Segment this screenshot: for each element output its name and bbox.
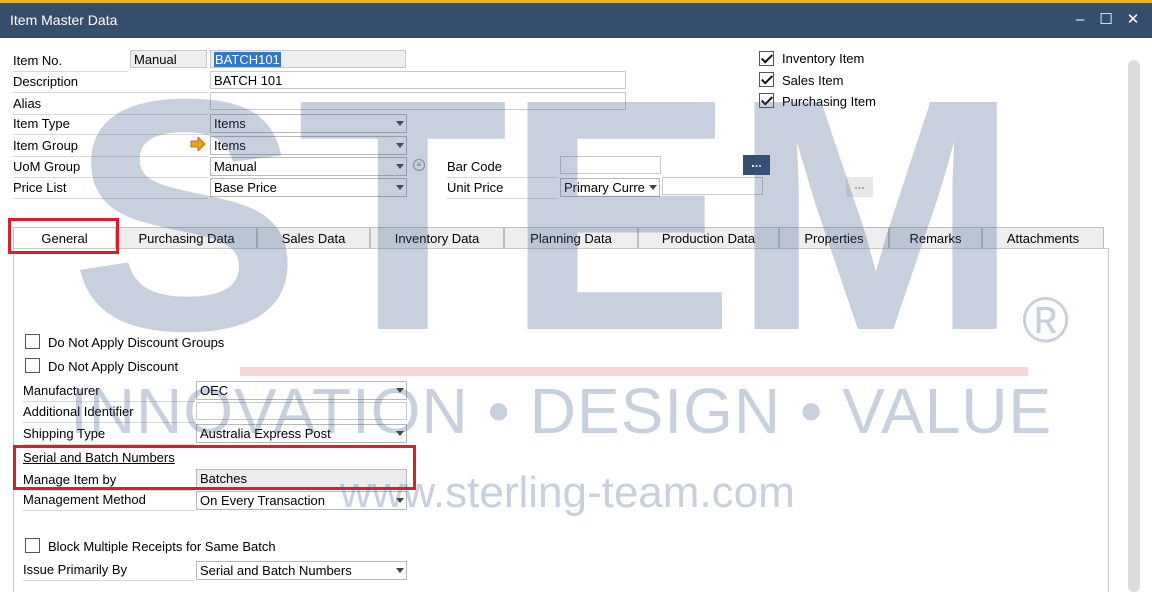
item-type-select[interactable]: Items (210, 114, 407, 133)
alias-input[interactable] (210, 92, 626, 110)
unit-price-input[interactable] (662, 177, 763, 195)
dropdown-arrow-icon (396, 121, 404, 126)
tab-production-data[interactable]: Production Data (638, 227, 779, 249)
price-list-label: Price List (13, 178, 208, 199)
bar-code-label: Bar Code (447, 157, 557, 178)
tab-properties[interactable]: Properties (779, 227, 889, 249)
window-title: Item Master Data (10, 12, 118, 28)
tab-purchasing-data[interactable]: Purchasing Data (116, 227, 257, 249)
inventory-item-label: Inventory Item (782, 51, 865, 66)
maximize-icon[interactable]: ☐ (1096, 9, 1116, 31)
dropdown-arrow-icon (396, 568, 404, 573)
item-no-series-select[interactable]: Manual (130, 50, 207, 68)
alias-label: Alias (13, 94, 208, 115)
item-no-value: BATCH101 (214, 52, 281, 67)
item-type-label: Item Type (13, 114, 208, 135)
inventory-item-checkbox[interactable] (759, 51, 774, 66)
shipping-type-value: Australia Express Post (200, 426, 331, 441)
watermark-stripe (240, 367, 1028, 376)
description-label: Description (13, 72, 208, 93)
item-group-label: Item Group (13, 136, 208, 157)
dropdown-arrow-icon (396, 388, 404, 393)
tab-inventory-data[interactable]: Inventory Data (370, 227, 504, 249)
additional-identifier-label: Additional Identifier (23, 402, 195, 423)
item-no-input[interactable]: BATCH101 (210, 50, 406, 68)
issue-primarily-by-label: Issue Primarily By (23, 560, 195, 581)
dropdown-arrow-icon (396, 143, 404, 148)
sales-item-label: Sales Item (782, 73, 844, 88)
additional-identifier-input[interactable] (196, 402, 407, 420)
minimize-icon[interactable]: – (1070, 9, 1090, 31)
no-discount-checkbox[interactable] (25, 358, 40, 373)
shipping-type-label: Shipping Type (23, 424, 195, 445)
close-icon[interactable]: ✕ (1123, 9, 1143, 31)
item-group-value: Items (214, 138, 246, 153)
tab-planning-data[interactable]: Planning Data (504, 227, 638, 249)
unit-price-currency-select[interactable]: Primary Curre (560, 178, 660, 197)
issue-primarily-by-select[interactable]: Serial and Batch Numbers (196, 561, 407, 580)
window-titlebar: Item Master Data – ☐ ✕ (0, 0, 1152, 38)
unit-price-browse-button[interactable]: ... (846, 177, 873, 197)
uom-group-select[interactable]: Manual (210, 157, 407, 176)
uom-group-value: Manual (214, 159, 257, 174)
management-method-value: On Every Transaction (200, 493, 325, 508)
item-no-label: Item No. (13, 51, 128, 72)
price-list-select[interactable]: Base Price (210, 178, 407, 197)
item-type-value: Items (214, 116, 246, 131)
tab-remarks[interactable]: Remarks (889, 227, 982, 249)
issue-primarily-by-value: Serial and Batch Numbers (200, 563, 352, 578)
unit-price-label: Unit Price (447, 178, 557, 199)
unit-price-currency-value: Primary Curre (564, 180, 645, 195)
bar-code-browse-button[interactable]: ... (743, 155, 770, 175)
management-method-select[interactable]: On Every Transaction (196, 491, 407, 510)
dropdown-arrow-icon (396, 164, 404, 169)
no-discount-groups-checkbox[interactable] (25, 334, 40, 349)
general-tab-highlight (8, 218, 119, 254)
management-method-label: Management Method (23, 490, 195, 511)
tab-attachments[interactable]: Attachments (982, 227, 1104, 249)
manufacturer-value: OEC (200, 383, 229, 398)
no-discount-label: Do Not Apply Discount (48, 359, 179, 374)
details-icon[interactable]: ≡ (413, 159, 425, 171)
serial-batch-highlight (13, 445, 416, 490)
dropdown-arrow-icon (396, 185, 404, 190)
no-discount-groups-label: Do Not Apply Discount Groups (48, 335, 225, 350)
block-multiple-receipts-label: Block Multiple Receipts for Same Batch (48, 539, 276, 554)
manufacturer-select[interactable]: OEC (196, 381, 407, 400)
shipping-type-select[interactable]: Australia Express Post (196, 424, 407, 443)
description-input[interactable]: BATCH 101 (210, 71, 626, 89)
block-multiple-receipts-checkbox[interactable] (25, 538, 40, 553)
purchasing-item-label: Purchasing Item (782, 94, 876, 109)
dropdown-arrow-icon (396, 431, 404, 436)
tab-sales-data[interactable]: Sales Data (257, 227, 370, 249)
vertical-scrollbar[interactable] (1128, 60, 1140, 592)
dropdown-arrow-icon (396, 498, 404, 503)
link-arrow-icon[interactable] (190, 135, 206, 153)
manufacturer-label: Manufacturer (23, 381, 195, 402)
sales-item-checkbox[interactable] (759, 72, 774, 87)
bar-code-input[interactable] (560, 156, 661, 174)
dropdown-arrow-icon (649, 185, 657, 190)
price-list-value: Base Price (214, 180, 277, 195)
item-group-select[interactable]: Items (210, 136, 407, 155)
uom-group-label: UoM Group (13, 157, 208, 178)
purchasing-item-checkbox[interactable] (759, 93, 774, 108)
